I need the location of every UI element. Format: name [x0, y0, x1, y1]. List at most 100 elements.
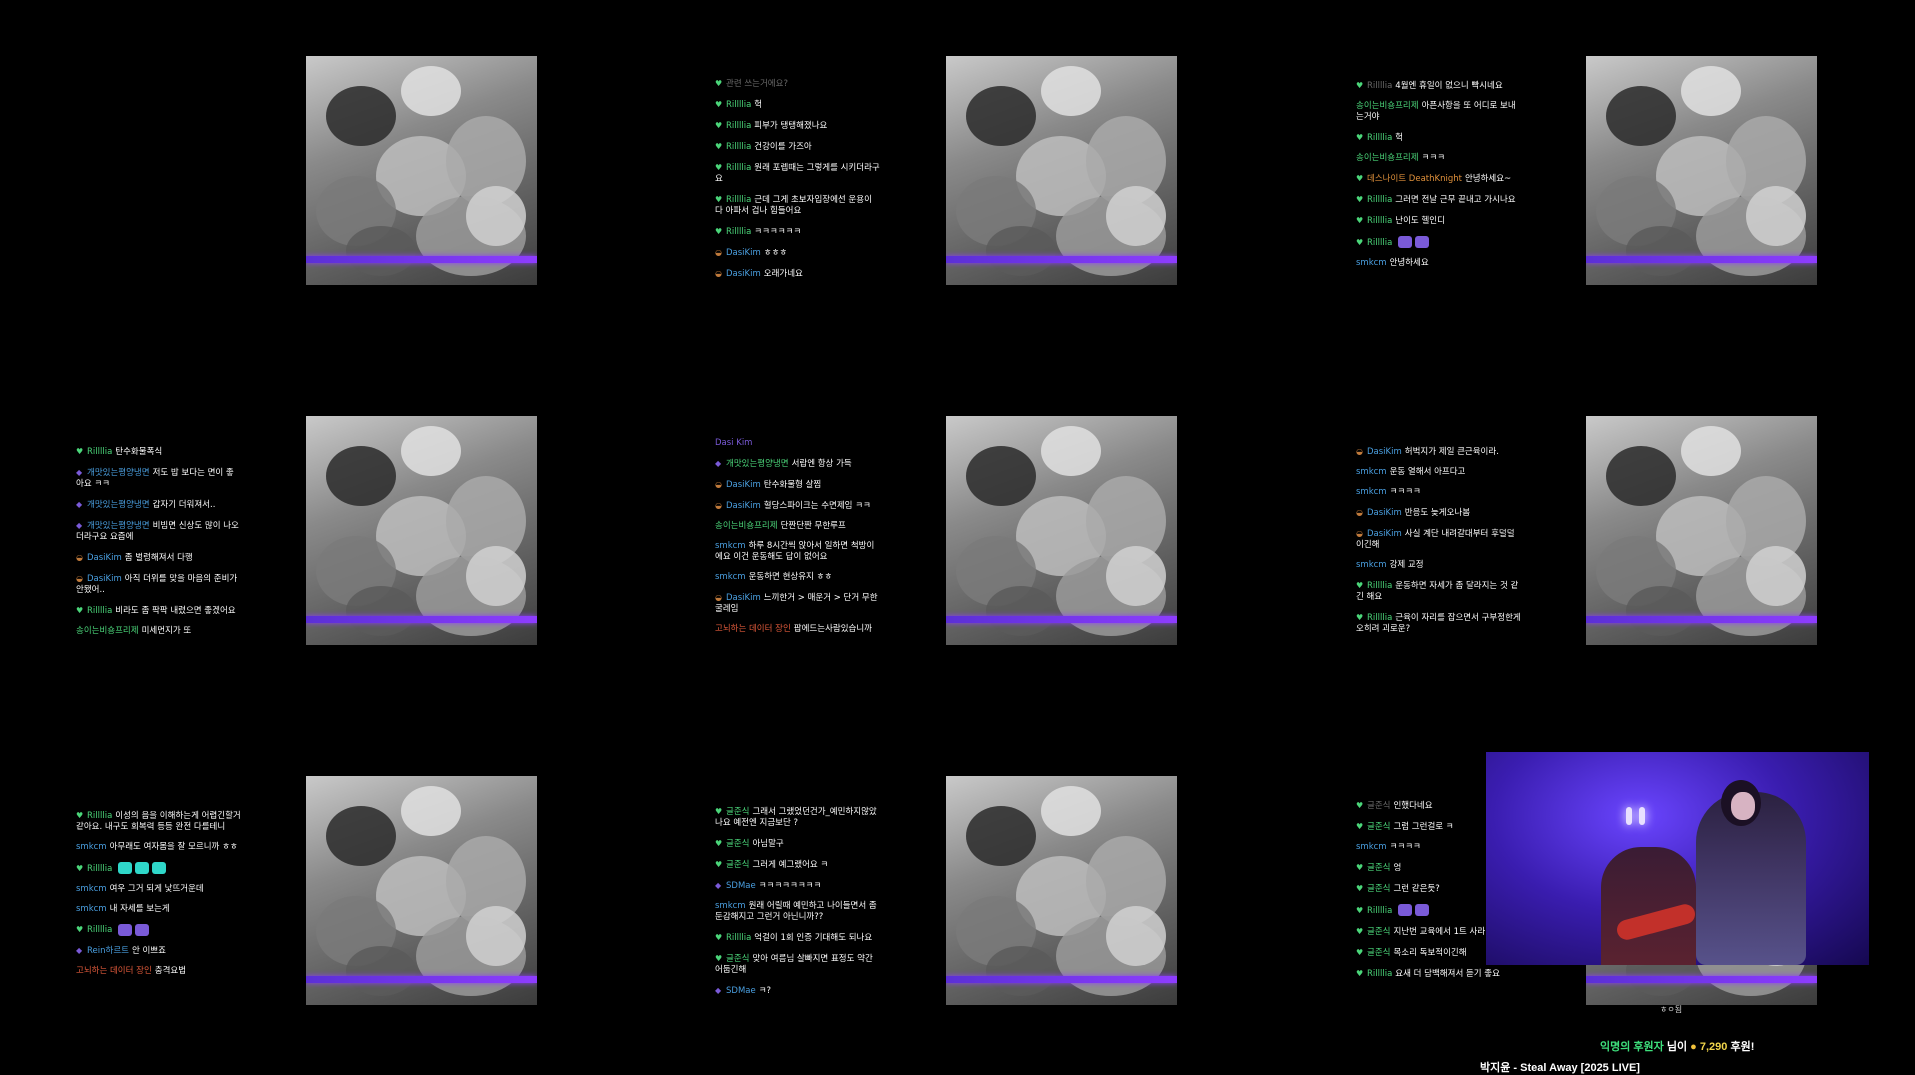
plush-toy [966, 86, 1036, 146]
chat-username[interactable]: smkcm [715, 901, 746, 911]
chat-username[interactable]: smkcm [76, 904, 107, 914]
chat-username[interactable]: 개맛있는평양냉면 [87, 500, 150, 510]
chat-message: ◒ DasiKim 느끼한거 > 매운거 > 단거 무한굴레임 [715, 592, 880, 615]
chat-username[interactable]: 글준식 [1367, 801, 1390, 811]
chat-username[interactable]: SDMae [726, 881, 756, 891]
singer-face [1731, 792, 1755, 820]
chat-username[interactable]: Rillllia [726, 142, 751, 152]
chat-username[interactable]: 글준식 [1367, 822, 1390, 832]
chat-username[interactable]: 글준식 [726, 839, 749, 849]
chat-username[interactable]: Rillllia [87, 811, 112, 821]
chat-username[interactable]: Rillllia [1367, 238, 1392, 248]
chat-username[interactable]: smkcm [1356, 560, 1387, 570]
chat-username[interactable]: 글준식 [1367, 927, 1390, 937]
chat-username[interactable]: Rillllia [1367, 133, 1392, 143]
chat-username[interactable]: DasiKim [726, 593, 761, 603]
chat-username[interactable]: 데스나이트 DeathKnight [1367, 174, 1462, 184]
chat-panel: ♥ 글준식 그래서 그랬었던건가_예민하지않았나요 예전엔 지금보단 ? ♥ 글준식 아님… [715, 806, 880, 1006]
chat-username[interactable]: Rillllia [1367, 969, 1392, 979]
chat-username[interactable]: smkcm [1356, 258, 1387, 268]
chat-message: ◆ 개맛있는평양냉면 서랍엔 항상 가득 [715, 458, 880, 470]
chat-text: 인했다네요 [1393, 801, 1433, 811]
chat-message: ◆ 개맛있는평양냉면 비빔면 신상도 많이 나오더라구요 요즘에 [76, 520, 241, 543]
plush-thumbnail [1586, 416, 1817, 645]
chat-username[interactable]: DasiKim [726, 480, 761, 490]
chat-username[interactable]: Rillllia [1367, 216, 1392, 226]
heart-icon: ♥ [76, 811, 84, 820]
plush-toy [986, 226, 1056, 276]
heart-icon: ♥ [715, 860, 723, 869]
chat-username[interactable]: DasiKim [726, 269, 761, 279]
chat-username[interactable]: 글준식 [1367, 948, 1390, 958]
chat-username[interactable]: Rillllia [87, 606, 112, 616]
chat-username[interactable]: 고뇌하는 데이터 장인 [76, 966, 152, 976]
chat-username[interactable]: 글준식 [726, 860, 749, 870]
chat-username[interactable]: Rillllia [726, 933, 751, 943]
chat-message: smkcm 운동 열해서 아프다고 [1356, 467, 1521, 478]
live-video[interactable] [1486, 752, 1869, 965]
chat-username[interactable]: 글준식 [1367, 863, 1390, 873]
chat-username[interactable]: DasiKim [726, 248, 761, 258]
chat-text: 내 자세를 보는게 [109, 903, 170, 914]
chat-username[interactable]: DasiKim [1367, 447, 1402, 457]
chat-username[interactable]: 관련 쓰는거에요? [726, 79, 788, 89]
plush-toy [966, 806, 1036, 866]
plush-toy [346, 586, 416, 636]
emote-icon [1398, 904, 1413, 916]
chat-username[interactable]: Rillllia [87, 447, 112, 457]
chat-username[interactable]: 개맛있는평양냉면 [87, 521, 150, 531]
chat-username[interactable]: 송이는비숑프리제 [1356, 153, 1419, 163]
chat-message: ♥ 글준식 그래서 그랬었던건가_예민하지않았나요 예전엔 지금보단 ? [715, 806, 880, 829]
chat-username[interactable]: smkcm [76, 884, 107, 894]
chat-username[interactable]: smkcm [76, 842, 107, 852]
chat-username[interactable]: Rillllia [726, 227, 751, 237]
chat-username[interactable]: Rillllia [726, 121, 751, 131]
chat-username[interactable]: SDMae [726, 986, 756, 996]
chat-username[interactable]: Rein하르트 [87, 946, 129, 956]
chat-username[interactable]: DasiKim [87, 574, 122, 584]
heart-icon: ♥ [1356, 884, 1364, 893]
chat-username[interactable]: 고뇌하는 데이터 장인 [715, 624, 791, 634]
chat-username[interactable]: Rillllia [726, 100, 751, 110]
chat-username[interactable]: 글준식 [1367, 884, 1390, 894]
emote-icon [135, 923, 150, 936]
chat-username[interactable]: Rillllia [1367, 613, 1392, 623]
plush-toy [401, 66, 461, 116]
chat-username[interactable]: DasiKim [1367, 508, 1402, 518]
chat-username[interactable]: 개맛있는평양냉면 [726, 459, 789, 469]
chat-username[interactable]: 글준식 [726, 954, 749, 964]
chat-username[interactable]: smkcm [715, 572, 746, 582]
chat-username[interactable]: DasiKim [1367, 529, 1402, 539]
chat-message: ◒ DasiKim 반응도 늦게오나봄 [1356, 507, 1521, 519]
chat-username[interactable]: smkcm [1356, 487, 1387, 497]
chat-message: ♥ Rillllia ㅋㅋㅋㅋㅋㅋ [715, 226, 880, 238]
chat-username[interactable]: Rillllia [1367, 906, 1392, 916]
chat-username[interactable]: Rillllia [1367, 81, 1392, 91]
chat-username[interactable]: smkcm [1356, 842, 1387, 852]
chat-username[interactable]: DasiKim [726, 501, 761, 511]
chat-panel: ♥ Rillllia 이성의 음을 이해하는게 어렵긴할거 같아요. 내구도 회복력… [76, 810, 241, 986]
plush-thumbnail [306, 776, 537, 1005]
chat-message: ♥ Rillllia [76, 862, 241, 875]
chat-text: 아무래도 여자몸을 잘 모르니까 ㅎㅎ [109, 842, 238, 852]
heart-icon: ♥ [1356, 905, 1364, 915]
chat-username[interactable]: 개맛있는평양냉면 [87, 468, 150, 478]
chat-username[interactable]: Rillllia [87, 864, 112, 874]
chat-username[interactable]: 송이는비숑프리제 [715, 521, 778, 531]
chat-message: ♥ Rillllia 난이도 헬인디 [1356, 215, 1521, 227]
chat-username[interactable]: Rillllia [87, 925, 112, 935]
chat-username[interactable]: smkcm [1356, 467, 1387, 477]
chat-username[interactable]: 송이는비숑프리제 [1356, 101, 1419, 111]
chat-username[interactable]: Rillllia [1367, 195, 1392, 205]
chat-username[interactable]: Rillllia [726, 195, 751, 205]
chat-username[interactable]: DasiKim [87, 553, 122, 563]
chat-username[interactable]: Rillllia [726, 163, 751, 173]
donation-alert: 익명의 후원자 님이 ● 7,290 후원! [1600, 1038, 1754, 1054]
shield-icon: ◆ [76, 521, 83, 530]
chat-username[interactable]: Dasi Kim [715, 438, 752, 448]
emote-icon [1415, 904, 1430, 916]
chat-username[interactable]: 송이는비숑프리제 [76, 626, 139, 636]
chat-username[interactable]: Rillllia [1367, 581, 1392, 591]
chat-username[interactable]: smkcm [715, 541, 746, 551]
chat-username[interactable]: 글준식 [726, 807, 749, 817]
